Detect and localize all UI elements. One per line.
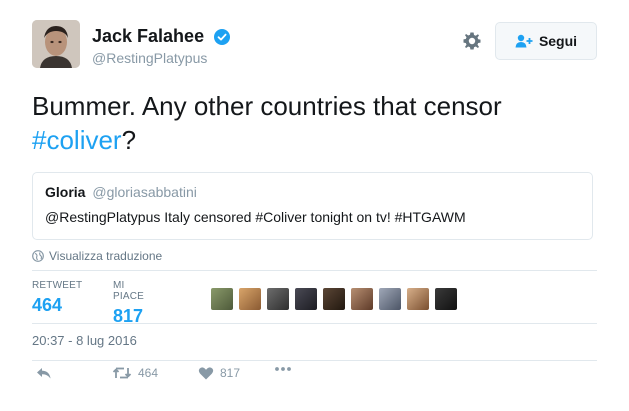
- liker-avatar[interactable]: [238, 287, 262, 311]
- liker-avatar[interactable]: [210, 287, 234, 311]
- liker-avatar[interactable]: [266, 287, 290, 311]
- liker-avatar[interactable]: [350, 287, 374, 311]
- divider: [32, 270, 597, 271]
- author-display-name[interactable]: Jack Falahee: [92, 26, 204, 47]
- translate-link-label: Visualizza traduzione: [49, 249, 163, 263]
- tweet-hashtag-link[interactable]: #coliver: [32, 125, 122, 155]
- liker-avatar[interactable]: [434, 287, 458, 311]
- retweet-count: 464: [138, 366, 159, 380]
- tweet-text: Bummer. Any other countries that censor …: [32, 89, 597, 157]
- like-button[interactable]: 817: [198, 366, 240, 380]
- verified-badge-icon: [213, 28, 230, 45]
- author-avatar[interactable]: [32, 20, 80, 68]
- tweet-actions: 464 817: [32, 366, 332, 386]
- liker-avatar[interactable]: [322, 287, 346, 311]
- liker-avatar[interactable]: [378, 287, 402, 311]
- divider: [32, 360, 597, 361]
- quoted-author-handle: @gloriasabbatini: [92, 184, 197, 200]
- gear-icon[interactable]: [462, 31, 482, 51]
- reply-icon: [37, 368, 51, 379]
- like-stat-label: MI PIACE: [113, 280, 145, 302]
- heart-icon: [198, 367, 214, 380]
- tweet-timestamp[interactable]: 20:37 - 8 lug 2016: [32, 333, 137, 348]
- retweet-stat[interactable]: RETWEET 464: [32, 280, 82, 316]
- retweet-icon: [112, 367, 132, 379]
- liker-avatar[interactable]: [406, 287, 430, 311]
- quoted-author-name: Gloria: [45, 184, 86, 200]
- liker-avatars: [210, 287, 462, 311]
- quoted-tweet[interactable]: Gloria @gloriasabbatini @RestingPlatypus…: [32, 172, 593, 240]
- like-stat[interactable]: MI PIACE 817: [113, 280, 144, 327]
- tweet-text-prefix: Bummer. Any other countries that censor: [32, 91, 502, 121]
- retweet-button[interactable]: 464: [112, 366, 158, 380]
- globe-icon: [32, 250, 44, 262]
- translate-link[interactable]: Visualizza traduzione: [32, 249, 162, 263]
- retweet-stat-label: RETWEET: [32, 280, 83, 291]
- author-info: Jack Falahee @RestingPlatypus: [92, 26, 230, 66]
- follow-person-icon: [515, 34, 533, 48]
- divider: [32, 323, 597, 324]
- more-icon: [275, 367, 291, 371]
- follow-button-label: Segui: [538, 33, 578, 49]
- more-button[interactable]: [274, 366, 298, 372]
- quoted-tweet-header: Gloria @gloriasabbatini: [45, 184, 580, 200]
- quoted-tweet-text: @RestingPlatypus Italy censored #Coliver…: [45, 209, 466, 225]
- liker-avatar[interactable]: [294, 287, 318, 311]
- follow-button[interactable]: Segui: [495, 22, 597, 60]
- reply-button[interactable]: [36, 366, 58, 380]
- tweet-text-suffix: ?: [121, 125, 137, 155]
- tweet-header: Jack Falahee @RestingPlatypus Segui: [32, 18, 597, 74]
- author-handle[interactable]: @RestingPlatypus: [92, 50, 230, 66]
- retweet-stat-value: 464: [32, 295, 63, 315]
- like-count: 817: [220, 366, 241, 380]
